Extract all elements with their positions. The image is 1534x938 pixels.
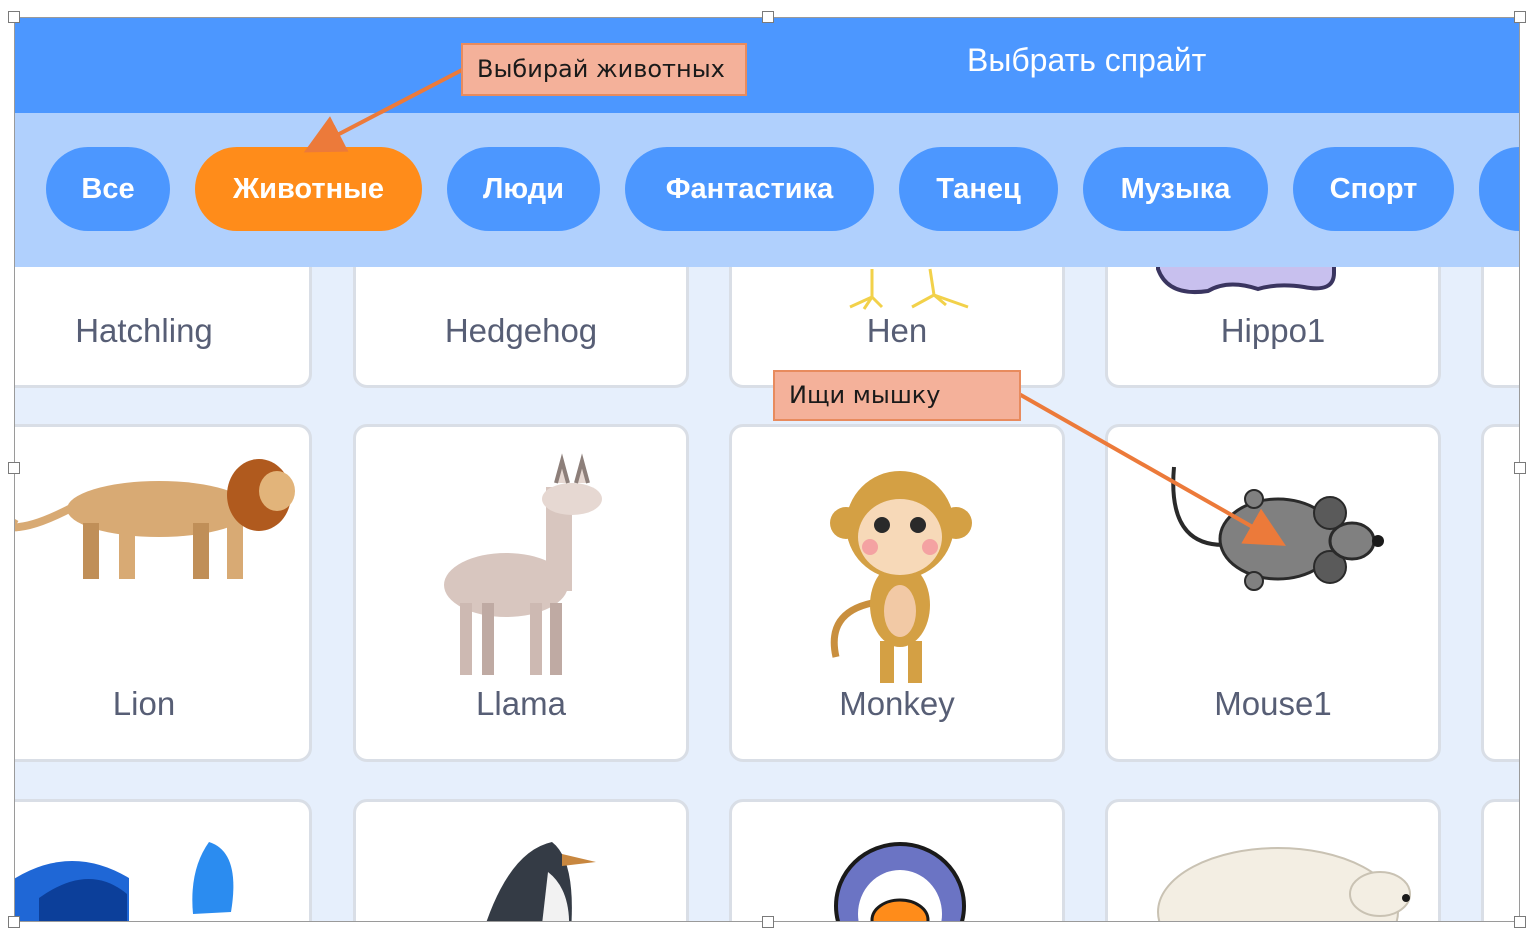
selection-handle[interactable] [1514,462,1526,474]
selection-handle[interactable] [8,11,20,23]
selection-handle[interactable] [8,462,20,474]
arrow-to-mouse [1018,392,1286,546]
selection-handle[interactable] [1514,916,1526,928]
arrow-to-animals-filter [303,68,463,153]
selection-handle[interactable] [762,916,774,928]
callout-choose-animals: Выбирай животных [461,43,747,96]
callout-find-mouse: Ищи мышку [773,370,1021,421]
selection-handle[interactable] [8,916,20,928]
selection-handle[interactable] [762,11,774,23]
callout-text: Выбирай животных [477,55,725,83]
annotation-arrows [303,68,1286,546]
callout-text: Ищи мышку [789,381,941,409]
selection-handle[interactable] [1514,11,1526,23]
